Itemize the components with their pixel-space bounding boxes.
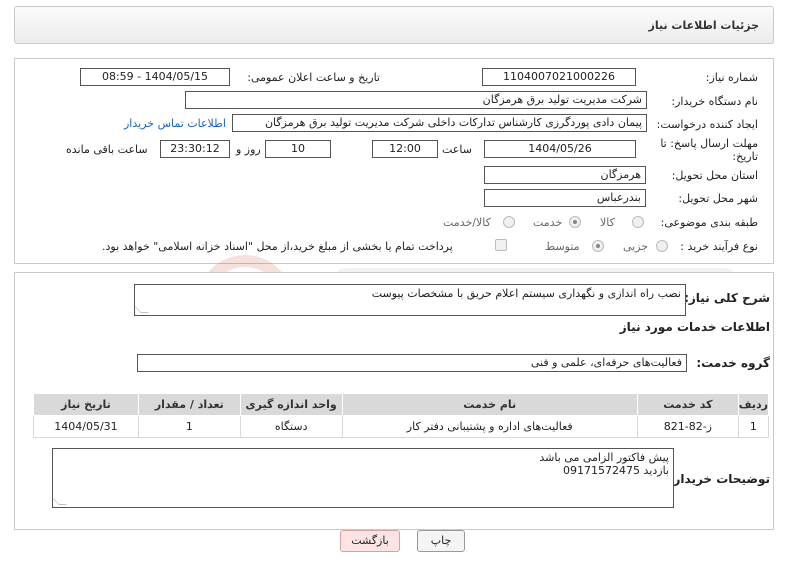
category-option-goods: کالا bbox=[600, 216, 615, 229]
province-field: هرمزگان bbox=[484, 166, 646, 184]
process-label: نوع فرآیند خرید : bbox=[680, 240, 758, 253]
remaining-time-field: 23:30:12 bbox=[160, 140, 230, 158]
days-label: روز و bbox=[236, 143, 261, 156]
services-section-title: اطلاعات خدمات مورد نیاز bbox=[619, 320, 770, 334]
buyer-contact-link[interactable]: اطلاعات تماس خریدار bbox=[124, 117, 226, 130]
cell-unit: دستگاه bbox=[239, 415, 343, 438]
col-need-date: تاریخ نیاز bbox=[33, 393, 139, 416]
days-count-field: 10 bbox=[265, 140, 331, 158]
buyer-notes-textarea: پیش فاکتور الزامی می باشد بازدید 0917157… bbox=[51, 448, 674, 508]
remaining-label: ساعت باقی مانده bbox=[66, 143, 148, 156]
requester-field: پیمان دادی پوردگرزی کارشناس تدارکات داخل… bbox=[232, 114, 647, 132]
page-header: جزئیات اطلاعات نیاز bbox=[14, 6, 774, 44]
buyer-org-label: نام دستگاه خریدار: bbox=[671, 95, 758, 108]
info-panel bbox=[14, 58, 774, 264]
page-title: جزئیات اطلاعات نیاز bbox=[648, 19, 760, 32]
category-label: طبقه بندی موضوعی: bbox=[660, 216, 758, 229]
requester-label: ایجاد کننده درخواست: bbox=[656, 118, 758, 131]
payment-note: پرداخت تمام یا بخشی از مبلغ خرید،از محل … bbox=[102, 240, 453, 253]
col-service-name: نام خدمت bbox=[341, 393, 638, 416]
print-button[interactable]: چاپ bbox=[417, 530, 465, 552]
col-service-code: کد خدمت bbox=[636, 393, 739, 416]
cell-service-name: فعالیت‌های اداره و پشتیبانی دفتر کار bbox=[341, 415, 638, 438]
col-unit: واحد اندازه گیری bbox=[239, 393, 343, 416]
deadline-time-field: 12:00 bbox=[372, 140, 438, 158]
service-group-label: گروه خدمت: bbox=[696, 356, 770, 370]
cell-need-date: 1404/05/31 bbox=[33, 415, 139, 438]
col-quantity: تعداد / مقدار bbox=[137, 393, 241, 416]
process-radio-medium[interactable] bbox=[592, 240, 604, 252]
buyer-notes-label: توضیحات خریدار: bbox=[668, 472, 770, 486]
col-row-number: ردیف bbox=[737, 393, 770, 416]
summary-text: نصب راه اندازی و نگهداری سیستم اعلام حری… bbox=[371, 287, 681, 300]
table-header-row: ردیف کد خدمت نام خدمت واحد اندازه گیری ت… bbox=[33, 393, 770, 416]
deadline-time-label: ساعت bbox=[442, 143, 472, 156]
resize-grip[interactable] bbox=[51, 497, 67, 505]
category-option-both: کالا/خدمت bbox=[443, 216, 491, 229]
deadline-date-field: 1404/05/26 bbox=[484, 140, 636, 158]
buyer-org-field: شرکت مدیریت تولید برق هرمزگان bbox=[185, 91, 647, 109]
announce-label: تاریخ و ساعت اعلان عمومی: bbox=[247, 71, 380, 84]
province-label: استان محل تحویل: bbox=[671, 169, 758, 182]
category-radio-both[interactable] bbox=[503, 216, 515, 228]
need-number-field: 1104007021000226 bbox=[482, 68, 636, 86]
cell-quantity: 1 bbox=[137, 415, 241, 438]
city-field: بندرعباس bbox=[484, 189, 646, 207]
deadline-label-2: تاریخ: bbox=[732, 150, 758, 163]
services-table: ردیف کد خدمت نام خدمت واحد اندازه گیری ت… bbox=[33, 393, 770, 438]
category-radio-service[interactable] bbox=[569, 216, 581, 228]
cell-row-number: 1 bbox=[737, 415, 770, 438]
announce-field: 1404/05/15 - 08:59 bbox=[80, 68, 230, 86]
buyer-notes-line-2: بازدید 09171572475 bbox=[563, 464, 669, 477]
city-label: شهر محل تحویل: bbox=[678, 192, 758, 205]
deadline-label-1: مهلت ارسال پاسخ: تا bbox=[660, 137, 758, 150]
resize-grip[interactable] bbox=[133, 305, 149, 313]
process-option-minor: جزیی bbox=[623, 240, 649, 253]
need-number-label: شماره نیاز: bbox=[705, 71, 758, 84]
summary-textarea: نصب راه اندازی و نگهداری سیستم اعلام حری… bbox=[133, 284, 686, 316]
cell-service-code: ز-82-821 bbox=[636, 415, 739, 438]
category-radio-goods[interactable] bbox=[632, 216, 644, 228]
buyer-notes-line-1: پیش فاکتور الزامی می باشد bbox=[539, 451, 669, 464]
process-option-medium: متوسط bbox=[545, 240, 580, 253]
back-button[interactable]: بازگشت bbox=[340, 530, 400, 552]
summary-label: شرح کلی نیاز: bbox=[684, 291, 770, 305]
table-row: 1 ز-82-821 فعالیت‌های اداره و پشتیبانی د… bbox=[33, 415, 770, 438]
process-radio-minor[interactable] bbox=[656, 240, 668, 252]
category-option-service: خدمت bbox=[533, 216, 563, 229]
service-group-field: فعالیت‌های حرفه‌ای، علمی و فنی bbox=[137, 354, 687, 372]
treasury-checkbox[interactable] bbox=[495, 239, 507, 251]
